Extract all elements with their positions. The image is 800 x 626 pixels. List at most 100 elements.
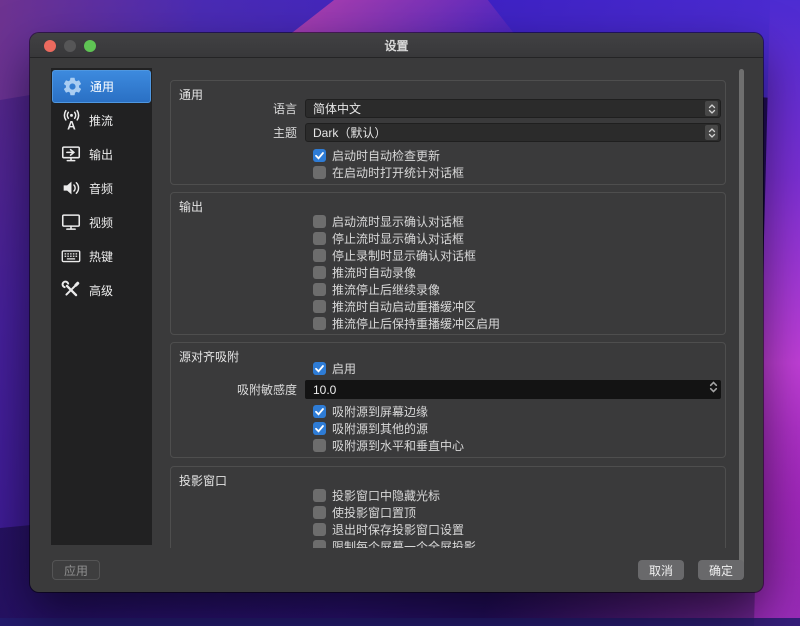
checkbox[interactable]: [313, 166, 326, 179]
titlebar[interactable]: 设置: [30, 33, 763, 58]
section-output: 输出 启动流时显示确认对话框 停止流时显示确认对话框 停止录制时显示确认对话框 …: [170, 192, 726, 335]
tools-icon: [57, 278, 85, 302]
checkbox-row[interactable]: 推流时自动录像: [313, 266, 725, 279]
checkbox-label: 投影窗口中隐藏光标: [332, 487, 440, 504]
checkbox-label: 推流停止后继续录像: [332, 281, 440, 298]
close-window-button[interactable]: [44, 40, 56, 52]
checkbox-label: 吸附源到屏幕边缘: [332, 403, 428, 420]
settings-window: 设置 通用 A 推流: [30, 33, 763, 592]
checkbox[interactable]: [313, 489, 326, 502]
checkbox-row[interactable]: 推流停止后继续录像: [313, 283, 725, 296]
sidebar-item-general[interactable]: 通用: [52, 70, 151, 103]
language-label: 语言: [171, 100, 305, 117]
checkbox-label: 使投影窗口置顶: [332, 504, 416, 521]
settings-sidebar: 通用 A 推流 输出: [51, 68, 152, 545]
theme-select[interactable]: Dark（默认）: [305, 123, 721, 142]
svg-text:A: A: [67, 118, 76, 131]
checkbox-row[interactable]: 停止录制时显示确认对话框: [313, 249, 725, 262]
language-select[interactable]: 简体中文: [305, 99, 721, 118]
checkbox[interactable]: [313, 300, 326, 313]
section-snapping: 源对齐吸附 启用 吸附敏感度 10.0 吸附源到屏幕边缘: [170, 342, 726, 458]
window-title: 设置: [384, 37, 408, 54]
checkbox[interactable]: [313, 232, 326, 245]
section-title: 输出: [171, 193, 725, 209]
theme-value: Dark（默认）: [313, 124, 705, 141]
sidebar-item-label: 高级: [89, 282, 113, 299]
checkbox[interactable]: [313, 317, 326, 330]
checkbox[interactable]: [313, 540, 326, 548]
stepper-arrows-icon[interactable]: [705, 125, 718, 140]
vertical-scrollbar[interactable]: [739, 69, 744, 569]
checkbox-row[interactable]: 停止流时显示确认对话框: [313, 232, 725, 245]
sidebar-item-stream[interactable]: A 推流: [51, 103, 152, 137]
checkbox[interactable]: [313, 283, 326, 296]
checkbox[interactable]: [313, 506, 326, 519]
checkbox-row[interactable]: 使投影窗口置顶: [313, 506, 725, 519]
sidebar-item-output[interactable]: 输出: [51, 137, 152, 171]
checkbox-label: 启用: [332, 360, 356, 377]
checkbox[interactable]: [313, 215, 326, 228]
sidebar-item-video[interactable]: 视频: [51, 205, 152, 239]
checkbox-label: 推流时自动录像: [332, 264, 416, 281]
sidebar-item-label: 通用: [90, 78, 114, 95]
monitor-arrow-icon: [57, 142, 85, 166]
checkbox-label: 推流时自动启动重播缓冲区: [332, 298, 476, 315]
sidebar-item-label: 推流: [89, 112, 113, 129]
cancel-button[interactable]: 取消: [638, 560, 684, 580]
sidebar-item-hotkeys[interactable]: 热键: [51, 239, 152, 273]
checkbox-row[interactable]: 吸附源到屏幕边缘: [313, 405, 725, 418]
checkbox-label: 启动时自动检查更新: [332, 147, 440, 164]
sidebar-item-label: 视频: [89, 214, 113, 231]
sensitivity-value: 10.0: [313, 383, 709, 397]
apply-button[interactable]: 应用: [52, 560, 100, 580]
checkbox-label: 停止流时显示确认对话框: [332, 230, 464, 247]
checkbox-row[interactable]: 推流时自动启动重播缓冲区: [313, 300, 725, 313]
checkbox[interactable]: [313, 266, 326, 279]
checkbox[interactable]: [313, 439, 326, 452]
zoom-window-button[interactable]: [84, 40, 96, 52]
checkbox-row[interactable]: 吸附源到水平和垂直中心: [313, 439, 725, 452]
checkbox-label: 停止录制时显示确认对话框: [332, 247, 476, 264]
monitor-icon: [57, 210, 85, 234]
section-projector: 投影窗口 投影窗口中隐藏光标 使投影窗口置顶 退出时保存投影窗口设置 限制每个屏…: [170, 466, 726, 548]
checkbox-row[interactable]: 启用: [313, 362, 725, 375]
settings-content: 通用 语言 简体中文 主题 Dark（默认）: [165, 59, 735, 548]
checkbox-row[interactable]: 在启动时打开统计对话框: [313, 166, 725, 179]
keyboard-icon: [57, 244, 85, 268]
checkbox-row[interactable]: 退出时保存投影窗口设置: [313, 523, 725, 536]
checkbox[interactable]: [313, 149, 326, 162]
checkbox-label: 启动流时显示确认对话框: [332, 213, 464, 230]
speaker-icon: [57, 176, 85, 200]
checkbox[interactable]: [313, 362, 326, 375]
checkbox[interactable]: [313, 523, 326, 536]
stepper-arrows-icon[interactable]: [705, 101, 718, 116]
ok-button[interactable]: 确定: [698, 560, 744, 580]
sidebar-item-advanced[interactable]: 高级: [51, 273, 152, 307]
checkbox[interactable]: [313, 422, 326, 435]
checkbox-label: 退出时保存投影窗口设置: [332, 521, 464, 538]
sensitivity-input[interactable]: 10.0: [305, 380, 721, 399]
sidebar-item-audio[interactable]: 音频: [51, 171, 152, 205]
section-title: 源对齐吸附: [171, 343, 725, 359]
section-general: 通用 语言 简体中文 主题 Dark（默认）: [170, 80, 726, 185]
checkbox-label: 吸附源到其他的源: [332, 420, 428, 437]
checkbox-label: 推流停止后保持重播缓冲区启用: [332, 315, 500, 332]
checkbox[interactable]: [313, 405, 326, 418]
wallpaper-shape: [0, 618, 800, 626]
checkbox-row[interactable]: 投影窗口中隐藏光标: [313, 489, 725, 502]
checkbox-row[interactable]: 启动时自动检查更新: [313, 149, 725, 162]
section-title: 投影窗口: [171, 467, 725, 483]
broadcast-antenna-icon: A: [57, 108, 85, 132]
sensitivity-label: 吸附敏感度: [171, 381, 305, 398]
sidebar-item-label: 热键: [89, 248, 113, 265]
gear-icon: [58, 75, 86, 99]
checkbox-row[interactable]: 推流停止后保持重播缓冲区启用: [313, 317, 725, 330]
checkbox-row[interactable]: 吸附源到其他的源: [313, 422, 725, 435]
stepper-arrows-icon[interactable]: [709, 380, 718, 399]
checkbox[interactable]: [313, 249, 326, 262]
section-title: 通用: [171, 81, 725, 97]
checkbox-label: 限制每个屏幕一个全屏投影: [332, 538, 476, 548]
language-value: 简体中文: [313, 100, 705, 117]
checkbox-row[interactable]: 启动流时显示确认对话框: [313, 215, 725, 228]
checkbox-row[interactable]: 限制每个屏幕一个全屏投影: [313, 540, 725, 548]
